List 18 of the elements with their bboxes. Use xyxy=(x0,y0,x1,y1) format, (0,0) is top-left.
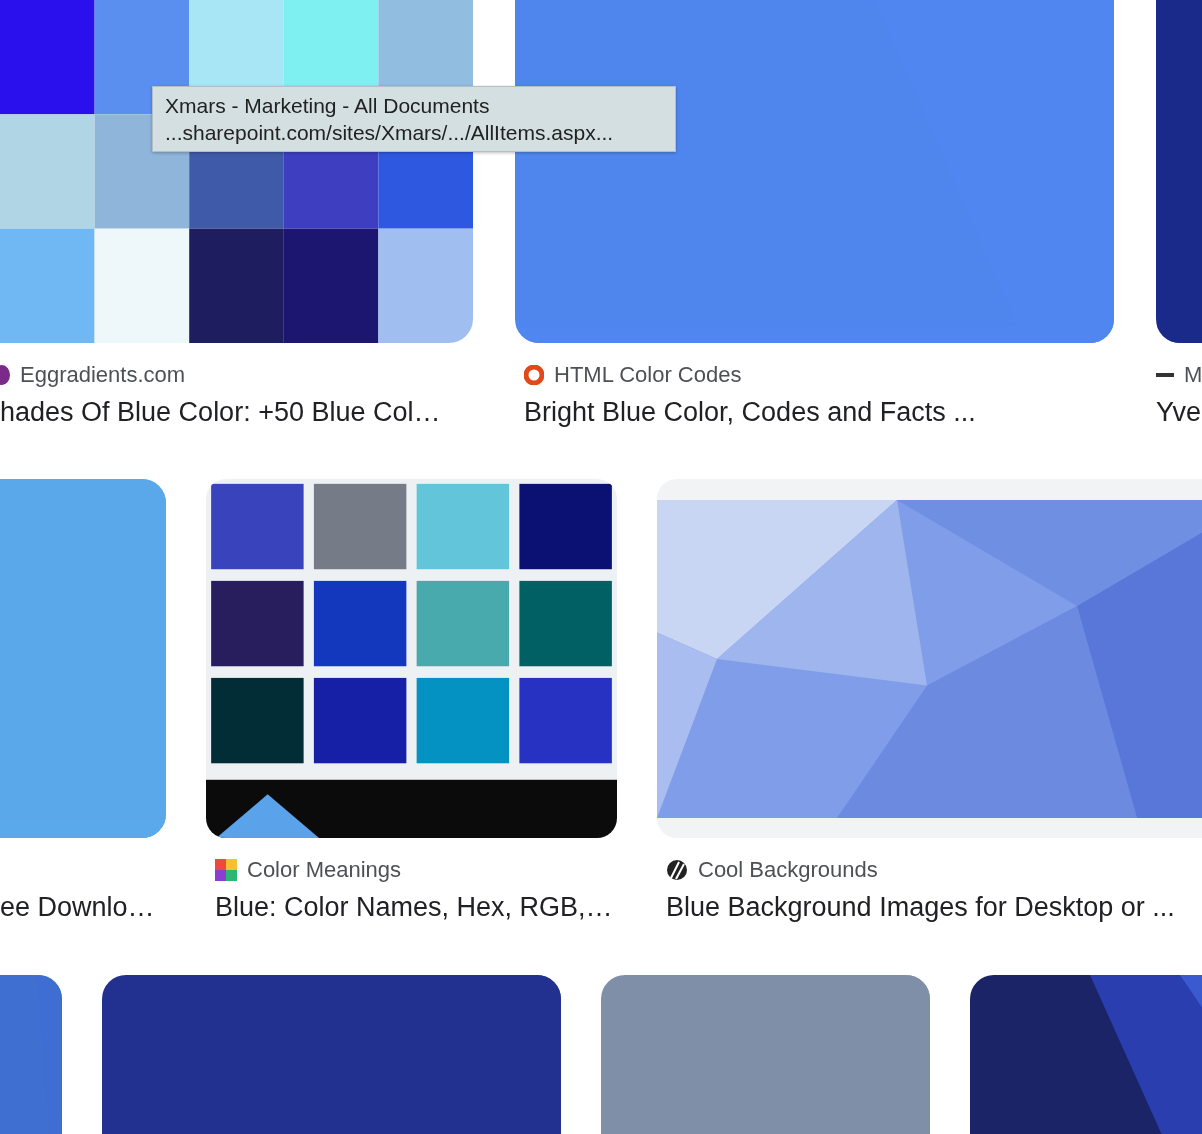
source-name: M xyxy=(1184,362,1202,388)
result-title[interactable]: Bright Blue Color, Codes and Facts ... xyxy=(515,397,1114,427)
result-title[interactable]: Blue Background Images for Desktop or ... xyxy=(657,892,1202,922)
result-title[interactable]: Blue: Color Names, Hex, RGB,… xyxy=(206,892,617,922)
logo-icon xyxy=(1156,371,1174,379)
source-name: HTML Color Codes xyxy=(554,362,742,388)
color-square-icon xyxy=(215,859,237,881)
tooltip-url: ...sharepoint.com/sites/Xmars/.../AllItems.aspx... xyxy=(165,120,615,146)
source-name: Cool Backgrounds xyxy=(698,857,878,883)
result-title[interactable]: hades Of Blue Color: +50 Blue Col… xyxy=(0,397,473,427)
result-title[interactable]: Yve xyxy=(1156,397,1202,427)
ring-icon xyxy=(524,365,544,385)
tooltip-title: Xmars - Marketing - All Documents xyxy=(165,93,491,119)
source-name: Color Meanings xyxy=(247,857,402,883)
result-title[interactable]: ee Downlo… xyxy=(0,892,166,922)
drop-icon xyxy=(0,365,10,385)
source-name: Eggradients.com xyxy=(20,362,186,388)
striped-circle-icon xyxy=(666,859,688,881)
